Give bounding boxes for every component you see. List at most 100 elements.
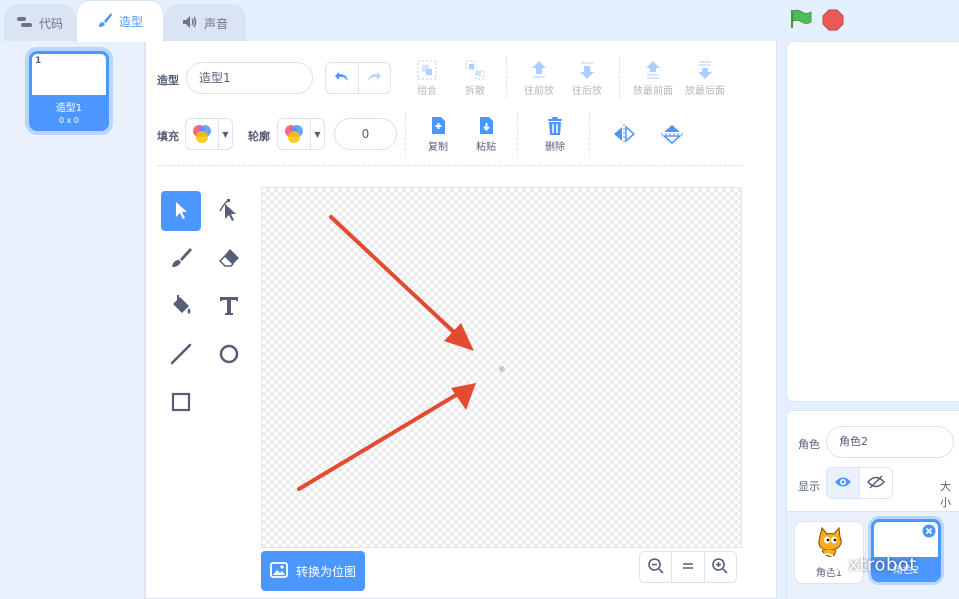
front-button[interactable]: 放最前面 xyxy=(630,58,676,97)
tab-sounds[interactable]: 声音 xyxy=(164,4,246,42)
green-flag-icon[interactable] xyxy=(790,9,812,32)
redo-button[interactable] xyxy=(357,63,391,93)
sprite-name-input[interactable]: 角色2 xyxy=(826,426,954,458)
tab-code[interactable]: 代码 xyxy=(4,4,76,42)
circle-tool[interactable] xyxy=(209,335,249,375)
divider xyxy=(405,112,406,156)
pointer-icon xyxy=(172,200,190,223)
costume-number: 1 xyxy=(35,56,42,66)
redo-icon xyxy=(366,71,382,86)
costume-name: 造型1 xyxy=(55,103,83,114)
zoom-controls xyxy=(639,551,737,583)
convert-to-bitmap-button[interactable]: 转换为位图 xyxy=(261,551,365,591)
trash-icon xyxy=(545,114,565,138)
fill-tool[interactable] xyxy=(161,287,201,327)
code-icon xyxy=(16,16,33,31)
back-label: 放最后面 xyxy=(685,86,725,97)
bring-to-front-icon xyxy=(642,58,664,82)
color-swatch-icon xyxy=(278,119,310,149)
zoom-in-icon xyxy=(711,557,729,578)
brush-tool[interactable] xyxy=(161,239,201,279)
wechat-icon xyxy=(816,552,842,579)
tab-code-label: 代码 xyxy=(38,17,63,31)
delete-sprite-icon[interactable] xyxy=(922,524,936,541)
flip-vertical-icon[interactable] xyxy=(660,123,684,148)
rectangle-icon xyxy=(170,391,192,416)
forward-button[interactable]: 往前放 xyxy=(522,58,556,97)
eraser-tool[interactable] xyxy=(209,239,249,279)
undo-redo-group xyxy=(325,62,391,94)
center-marker-icon xyxy=(497,363,507,377)
divider xyxy=(517,112,518,156)
ungroup-label: 拆散 xyxy=(465,86,485,97)
copy-label: 复制 xyxy=(428,142,448,153)
outline-color-picker[interactable]: ▼ xyxy=(277,118,325,150)
costume-name-label: 造型 xyxy=(157,74,179,87)
paste-icon xyxy=(476,114,496,138)
costume-size: 0 x 0 xyxy=(59,116,79,125)
back-button[interactable]: 放最后面 xyxy=(682,58,728,97)
zoom-out-icon xyxy=(647,557,665,578)
arrow-up-icon xyxy=(528,58,550,82)
reshape-tool[interactable] xyxy=(209,191,249,231)
arrow-down-icon xyxy=(576,58,598,82)
copy-button[interactable]: 复制 xyxy=(424,114,452,153)
toolbar-divider xyxy=(157,165,742,166)
group-icon xyxy=(416,58,438,82)
brush-icon xyxy=(97,12,113,31)
select-tool[interactable] xyxy=(161,191,201,231)
text-tool[interactable] xyxy=(209,287,249,327)
divider xyxy=(589,112,590,156)
backward-label: 往后放 xyxy=(572,86,602,97)
group-button[interactable]: 组合 xyxy=(413,58,441,97)
ungroup-button[interactable]: 拆散 xyxy=(461,58,489,97)
fill-color-picker[interactable]: ▼ xyxy=(185,118,233,150)
paint-bucket-icon xyxy=(169,294,193,321)
paste-button[interactable]: 粘贴 xyxy=(472,114,500,153)
line-tool[interactable] xyxy=(161,335,201,375)
reshape-icon xyxy=(217,198,241,225)
tab-costumes[interactable]: 造型 xyxy=(76,0,164,42)
image-icon xyxy=(270,561,288,581)
size-label: 大小 xyxy=(940,480,951,509)
outline-width-input[interactable]: 0 xyxy=(334,118,397,150)
undo-button[interactable] xyxy=(326,63,358,93)
line-icon xyxy=(170,343,192,368)
chevron-down-icon: ▼ xyxy=(218,119,232,149)
sprite-name-label: 角色 xyxy=(798,438,820,451)
backward-button[interactable]: 往后放 xyxy=(570,58,604,97)
divider xyxy=(506,56,507,98)
paste-label: 粘贴 xyxy=(476,142,496,153)
costume-item[interactable]: 1 造型1 0 x 0 xyxy=(29,51,109,131)
zoom-reset-button[interactable] xyxy=(671,552,703,582)
outline-label: 轮廓 xyxy=(248,130,270,143)
speaker-icon xyxy=(182,15,198,32)
eraser-icon xyxy=(217,246,241,273)
eye-icon xyxy=(834,475,852,492)
costume-info: 造型1 0 x 0 xyxy=(32,95,106,128)
zoom-in-button[interactable] xyxy=(703,552,736,582)
ungroup-icon xyxy=(464,58,486,82)
forward-label: 往前放 xyxy=(524,86,554,97)
equals-icon xyxy=(681,560,695,574)
rectangle-tool[interactable] xyxy=(161,383,201,423)
divider xyxy=(619,56,620,98)
delete-button[interactable]: 删除 xyxy=(541,114,569,153)
text-icon xyxy=(218,295,240,320)
group-label: 组合 xyxy=(417,86,437,97)
watermark: xtrobot xyxy=(816,552,917,579)
color-swatch-icon xyxy=(186,119,218,149)
zoom-out-button[interactable] xyxy=(640,552,671,582)
fill-label: 填充 xyxy=(157,130,179,143)
show-sprite-button[interactable] xyxy=(826,467,860,499)
stage[interactable] xyxy=(786,41,959,402)
chevron-down-icon: ▼ xyxy=(310,119,324,149)
tab-costumes-label: 造型 xyxy=(118,15,143,29)
front-label: 放最前面 xyxy=(633,86,673,97)
undo-icon xyxy=(334,71,350,86)
hide-sprite-button[interactable] xyxy=(859,467,893,499)
stop-icon[interactable] xyxy=(822,9,844,34)
watermark-text: xtrobot xyxy=(848,554,917,576)
flip-horizontal-icon[interactable] xyxy=(612,123,636,148)
costume-name-input[interactable]: 造型1 xyxy=(186,62,313,94)
